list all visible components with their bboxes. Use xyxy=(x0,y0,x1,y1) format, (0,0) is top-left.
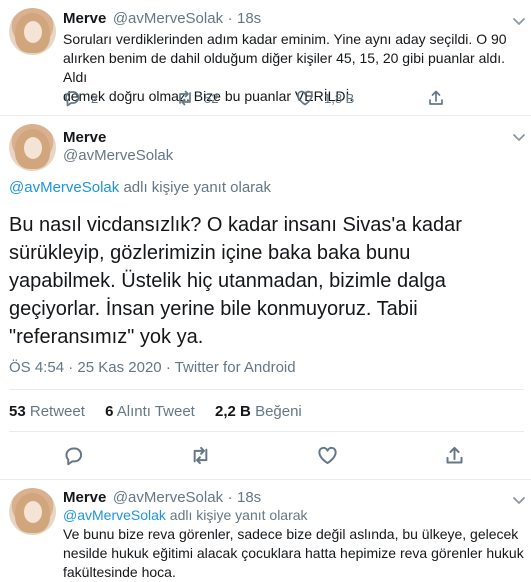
tweet-text-line: fakültesinde hoca. xyxy=(63,564,176,580)
tweet-reply[interactable]: Merve @avMerveSolak · 18s @avMerveSolak … xyxy=(0,480,531,580)
quotes-label: Alıntı Tweet xyxy=(116,403,195,420)
retweet-button[interactable]: 52 xyxy=(176,89,218,107)
tweet-text-line: Soruları verdiklerinden adım kadar emini… xyxy=(63,31,507,47)
chevron-down-icon[interactable] xyxy=(512,493,526,507)
quotes-stat[interactable]: 6 Alıntı Tweet xyxy=(105,403,199,420)
like-count: 1,8 B xyxy=(324,90,355,106)
tweet-text-line: "referansımız" yok ya. xyxy=(9,326,204,348)
tweet-text-line: yapabilmek. Üstelik hiç utanmadan, bizim… xyxy=(9,270,446,292)
reply-context: @avMerveSolak adlı kişiye yanıt olarak xyxy=(9,179,271,196)
tweet-text-line: demek doğru olmaz. Bize bu puanlar VERİL… xyxy=(63,88,354,104)
tweet-stats: 53 Retweet 6 Alıntı Tweet 2,2 B Beğeni xyxy=(9,403,302,420)
avatar[interactable] xyxy=(9,488,56,535)
reply-count: 2 xyxy=(91,90,99,106)
like-button[interactable]: 1,8 B xyxy=(296,89,354,107)
retweet-icon xyxy=(179,90,191,106)
tweet-text-line: Ve bunu bize reva görenler, sadece bize … xyxy=(63,526,519,542)
action-bar xyxy=(0,432,531,479)
divider xyxy=(9,389,524,390)
retweets-label: Retweet xyxy=(29,403,85,420)
user-handle[interactable]: @avMerveSolak xyxy=(113,10,223,27)
reply-to-suffix: adlı kişiye yanıt olarak xyxy=(119,179,272,196)
tweet-source[interactable]: Twitter for Android xyxy=(175,359,296,376)
tweet-main: Merve @avMerveSolak @avMerveSolak adlı k… xyxy=(0,116,531,426)
display-name[interactable]: Merve xyxy=(63,489,106,506)
reply-icon xyxy=(65,91,80,107)
retweet-icon xyxy=(193,446,208,465)
share-icon xyxy=(429,90,443,105)
retweet-count: 52 xyxy=(204,90,219,106)
tweet-text-line: sürükleyip, gözlerimizin içine baka baka… xyxy=(9,242,411,264)
tweet-time[interactable]: ÖS 4:54 xyxy=(9,359,64,376)
reply-to-link[interactable]: @avMerveSolak xyxy=(63,507,166,523)
tweet-meta: ÖS 4:54 · 25 Kas 2020 · Twitter for Andr… xyxy=(9,359,296,376)
reply-to-link[interactable]: @avMerveSolak xyxy=(9,179,119,196)
reply-button[interactable] xyxy=(63,445,84,466)
likes-stat[interactable]: 2,2 B Beğeni xyxy=(215,403,302,420)
user-handle[interactable]: @avMerveSolak xyxy=(63,147,173,164)
tweet-date[interactable]: 25 Kas 2020 xyxy=(77,359,161,376)
quotes-number: 6 xyxy=(105,403,114,420)
retweet-button[interactable] xyxy=(190,445,211,466)
tweet-text-line: Bu nasıl vicdansızlık? O kadar insanı Si… xyxy=(9,214,462,236)
tweet-previous[interactable]: Merve @avMerveSolak · 18s Soruları verdi… xyxy=(0,0,531,115)
reply-to-suffix: adlı kişiye yanıt olarak xyxy=(165,507,308,523)
like-button[interactable] xyxy=(317,445,338,466)
likes-number: 2,2 B xyxy=(215,403,251,420)
reply-button[interactable]: 2 xyxy=(63,89,98,107)
chevron-down-icon[interactable] xyxy=(512,14,526,28)
heart-icon xyxy=(318,446,337,465)
heart-icon xyxy=(297,90,313,106)
dot-separator: · xyxy=(68,359,74,376)
tweet-text-line: alırken benim de dahil olduğum diğer kiş… xyxy=(63,50,506,85)
timestamp[interactable]: 18s xyxy=(237,10,261,27)
likes-label: Beğeni xyxy=(255,403,302,420)
user-handle[interactable]: @avMerveSolak xyxy=(113,489,223,506)
avatar[interactable] xyxy=(9,124,56,171)
dot-separator: · xyxy=(227,10,233,27)
reply-context: @avMerveSolak adlı kişiye yanıt olarak xyxy=(63,507,308,523)
retweets-stat[interactable]: 53 Retweet xyxy=(9,403,89,420)
share-button[interactable] xyxy=(444,445,465,466)
tweet-text-line: nesilde hukuk eğitimi alacak çocuklara h… xyxy=(63,545,524,561)
chevron-down-icon[interactable] xyxy=(512,130,526,144)
tweet-body: Bu nasıl vicdansızlık? O kadar insanı Si… xyxy=(9,211,524,351)
tweet-text-line: geçiyorlar. İnsan yerine bile konmuyoruz… xyxy=(9,298,418,320)
dot-separator: · xyxy=(227,489,233,506)
reply-icon xyxy=(65,447,83,466)
display-name[interactable]: Merve xyxy=(63,10,106,27)
avatar[interactable] xyxy=(9,8,56,55)
timestamp[interactable]: 18s xyxy=(237,489,261,506)
share-button[interactable] xyxy=(427,89,445,107)
display-name[interactable]: Merve xyxy=(63,129,106,146)
dot-separator: · xyxy=(165,359,171,376)
retweets-number: 53 xyxy=(9,403,26,420)
share-icon xyxy=(446,446,463,464)
